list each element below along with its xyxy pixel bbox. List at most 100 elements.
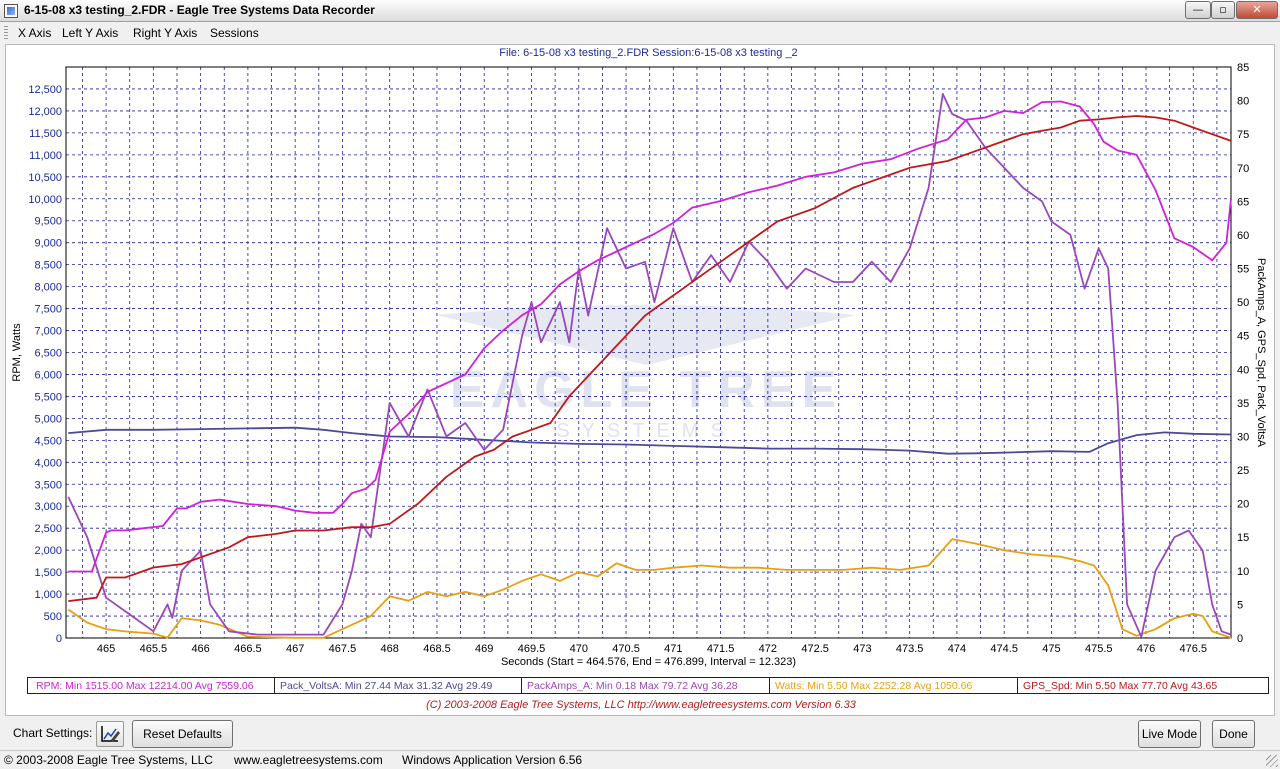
y-left-tick-label: 9,000 — [34, 238, 62, 250]
legend-pack-amps: PackAmps_A: Min 0.18 Max 79.72 Avg 36.28 — [527, 680, 738, 692]
chart-panel[interactable]: File: 6-15-08 x3 testing_2.FDR Session:6… — [5, 44, 1275, 716]
maximize-button[interactable]: ▫ — [1211, 1, 1235, 19]
y-left-tick-label: 6,000 — [34, 369, 62, 381]
y-left-tick-label: 7,000 — [34, 326, 62, 338]
reset-defaults-button[interactable]: Reset Defaults — [132, 720, 233, 748]
window-title: 6-15-08 x3 testing_2.FDR - Eagle Tree Sy… — [24, 3, 375, 17]
x-tick-label: 469 — [475, 643, 493, 655]
y-right-tick-label: 10 — [1237, 566, 1249, 578]
data-chart[interactable]: File: 6-15-08 x3 testing_2.FDR Session:6… — [6, 45, 1276, 717]
x-tick-label: 472.5 — [801, 643, 829, 655]
y-right-tick-label: 70 — [1237, 163, 1249, 175]
menu-bar: X Axis Left Y Axis Right Y Axis Sessions — [0, 22, 1280, 44]
x-tick-label: 467.5 — [329, 643, 357, 655]
y-left-tick-label: 11,500 — [29, 128, 62, 140]
legend-divider — [274, 678, 275, 693]
watermark-subtext: SYSTEMS — [556, 420, 736, 442]
y-left-tick-label: 9,500 — [34, 216, 62, 228]
legend-divider — [1017, 678, 1018, 693]
legend-watts: Watts: Min 5.50 Max 2252.28 Avg 1050.66 — [775, 680, 973, 692]
y-left-tick-label: 10,500 — [28, 172, 62, 184]
y-right-tick-label: 85 — [1237, 62, 1249, 74]
status-version: Windows Application Version 6.56 — [402, 753, 583, 767]
y-right-axis-label: PackAmps_A, GPS_Spd, Pack_VoltsA — [1255, 258, 1267, 448]
x-tick-label: 466 — [191, 643, 209, 655]
y-right-tick-label: 50 — [1237, 297, 1249, 309]
x-tick-label: 472 — [759, 643, 777, 655]
resize-grip-icon[interactable] — [1266, 755, 1278, 767]
y-right-tick-label: 60 — [1237, 230, 1249, 242]
y-left-tick-label: 7,500 — [34, 304, 62, 316]
x-tick-label: 468.5 — [423, 643, 451, 655]
y-left-tick-label: 12,000 — [28, 106, 62, 118]
y-right-tick-label: 55 — [1237, 264, 1249, 276]
y-left-tick-label: 5,500 — [34, 391, 62, 403]
status-website: www.eagletreesystems.com — [234, 753, 383, 767]
x-tick-label: 475 — [1042, 643, 1060, 655]
title-bar: 6-15-08 x3 testing_2.FDR - Eagle Tree Sy… — [0, 0, 1280, 22]
x-tick-label: 467 — [286, 643, 304, 655]
y-left-tick-label: 8,000 — [34, 282, 62, 294]
app-icon[interactable] — [4, 4, 18, 18]
y-right-tick-label: 5 — [1237, 599, 1243, 611]
y-right-tick-label: 0 — [1237, 633, 1243, 645]
x-tick-label: 476 — [1137, 643, 1155, 655]
y-right-tick-label: 35 — [1237, 398, 1249, 410]
live-mode-button[interactable]: Live Mode — [1138, 720, 1201, 748]
y-left-tick-label: 1,500 — [34, 567, 62, 579]
status-copyright: © 2003-2008 Eagle Tree Systems, LLC — [4, 753, 213, 767]
y-left-tick-label: 5,000 — [34, 413, 62, 425]
y-left-tick-label: 0 — [56, 633, 62, 645]
minimize-button[interactable]: — — [1185, 1, 1211, 19]
legend-gps-spd: GPS_Spd: Min 5.50 Max 77.70 Avg 43.65 — [1023, 680, 1218, 692]
y-left-tick-label: 4,500 — [34, 435, 62, 447]
x-tick-label: 473.5 — [896, 643, 924, 655]
y-left-tick-label: 6,500 — [34, 348, 62, 360]
y-left-tick-label: 8,500 — [34, 260, 62, 272]
chart-edit-icon — [101, 726, 120, 742]
x-tick-label: 466.5 — [234, 643, 262, 655]
y-right-tick-label: 30 — [1237, 431, 1249, 443]
x-tick-label: 469.5 — [518, 643, 546, 655]
menu-x-axis[interactable]: X Axis — [18, 26, 51, 40]
menu-left-y-axis[interactable]: Left Y Axis — [62, 26, 118, 40]
x-tick-label: 468 — [381, 643, 399, 655]
y-left-tick-label: 2,000 — [34, 545, 62, 557]
x-tick-label: 471 — [664, 643, 682, 655]
settings-bar: Chart Settings: Reset Defaults Live Mode… — [0, 716, 1280, 750]
status-bar: © 2003-2008 Eagle Tree Systems, LLC www.… — [0, 750, 1280, 769]
y-right-tick-label: 25 — [1237, 465, 1249, 477]
x-tick-label: 474.5 — [990, 643, 1018, 655]
y-right-tick-label: 40 — [1237, 364, 1249, 376]
y-right-tick-label: 80 — [1237, 96, 1249, 108]
chart-file-header: File: 6-15-08 x3 testing_2.FDR Session:6… — [499, 47, 797, 59]
y-left-tick-label: 10,000 — [28, 194, 62, 206]
series-legend: RPM: Min 1515.00 Max 12214.00 Avg 7559.0… — [27, 677, 1269, 694]
legend-divider — [521, 678, 522, 693]
x-tick-label: 475.5 — [1085, 643, 1113, 655]
y-left-tick-label: 3,500 — [34, 479, 62, 491]
x-tick-label: 470.5 — [612, 643, 640, 655]
close-button[interactable]: ✕ — [1236, 1, 1278, 19]
x-tick-label: 473 — [853, 643, 871, 655]
y-left-tick-label: 1,000 — [34, 589, 62, 601]
legend-rpm: RPM: Min 1515.00 Max 12214.00 Avg 7559.0… — [36, 680, 254, 692]
legend-divider — [769, 678, 770, 693]
menu-sessions[interactable]: Sessions — [210, 26, 259, 40]
chart-settings-button[interactable] — [96, 721, 124, 747]
x-tick-label: 471.5 — [707, 643, 735, 655]
x-axis-label: Seconds (Start = 464.576, End = 476.899,… — [501, 656, 796, 668]
x-tick-label: 476.5 — [1180, 643, 1208, 655]
menu-grip-icon — [4, 26, 8, 40]
done-button[interactable]: Done — [1212, 720, 1255, 748]
chart-settings-label: Chart Settings: — [13, 726, 93, 740]
y-left-tick-label: 12,500 — [28, 84, 62, 96]
y-left-tick-label: 3,000 — [34, 501, 62, 513]
x-tick-label: 474 — [948, 643, 966, 655]
x-tick-label: 465 — [97, 643, 115, 655]
y-right-tick-label: 20 — [1237, 499, 1249, 511]
watermark-text: EAGLE TREE — [450, 361, 842, 419]
chart-copyright: (C) 2003-2008 Eagle Tree Systems, LLC ht… — [426, 699, 856, 711]
menu-right-y-axis[interactable]: Right Y Axis — [133, 26, 197, 40]
y-right-tick-label: 65 — [1237, 196, 1249, 208]
